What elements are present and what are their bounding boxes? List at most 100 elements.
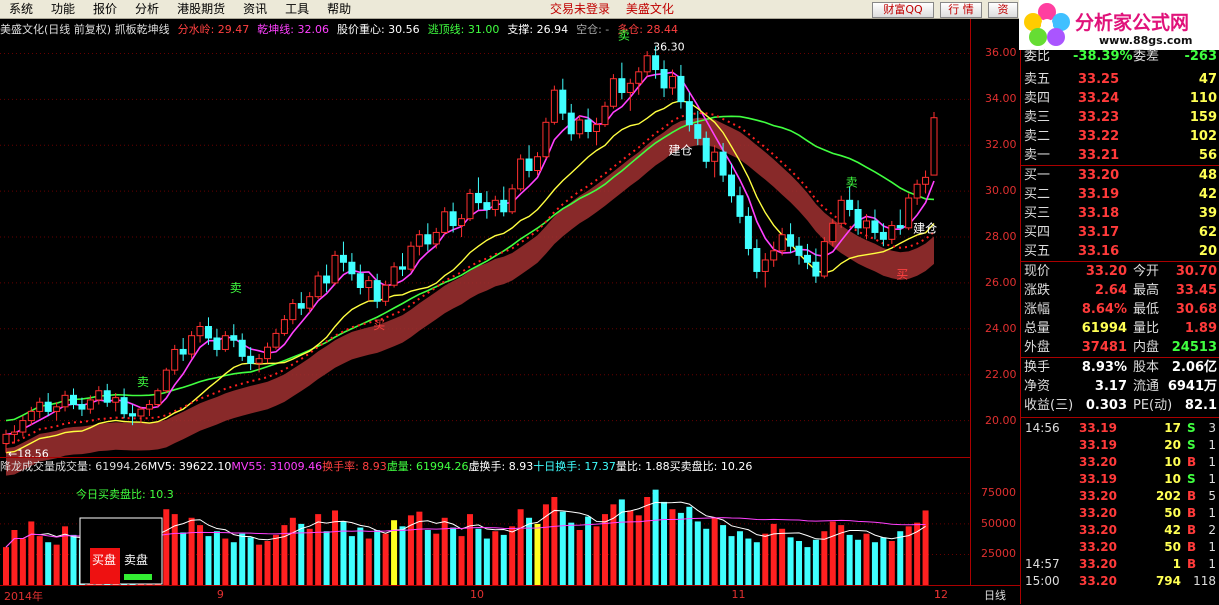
row-volume: 56 [1198, 148, 1217, 163]
candle-body [668, 75, 676, 89]
candle-body [306, 296, 314, 309]
volume-bar [239, 533, 246, 585]
candle-body [719, 151, 727, 176]
volume-bar [289, 517, 296, 585]
volume-bar [829, 521, 836, 585]
volume-bar [753, 542, 760, 585]
candle-body [78, 404, 86, 410]
candle-body [314, 275, 322, 298]
row-volume: 62 [1198, 225, 1217, 240]
candle-body [382, 284, 390, 302]
candle-body [36, 401, 44, 412]
tick-row: 33.19 10 S 1 [1079, 472, 1216, 486]
volume-bar [171, 514, 178, 585]
volume-bar [374, 530, 381, 585]
row-label: 买四 [1024, 225, 1051, 240]
candle-body [399, 266, 407, 270]
volume-bar [661, 501, 668, 585]
candle-body [685, 101, 693, 126]
info-button[interactable]: 资 [988, 2, 1018, 18]
volume-indicator-6: 虚换手: 8.93 [468, 460, 534, 473]
candle-body [162, 369, 170, 392]
volume-indicator-5: 虚量: 61994.26 [386, 460, 469, 473]
candle-body [879, 231, 887, 240]
candle-body [533, 156, 541, 171]
candle-body [846, 199, 854, 210]
candle-body [19, 420, 27, 433]
candle-body [896, 225, 904, 229]
buy-label: 买盘 [92, 552, 116, 567]
volume-bar [500, 534, 507, 585]
candle-body [415, 234, 423, 247]
bid-row: 买五 33.16 20 [1021, 242, 1219, 261]
candle-body [930, 117, 938, 176]
volume-bar [247, 537, 254, 585]
volume-bar [677, 512, 684, 585]
volume-bar [458, 536, 465, 585]
row-volume: 39 [1198, 206, 1217, 221]
row-label: 买三 [1024, 206, 1051, 221]
date-tick: 2014年 [4, 590, 43, 603]
candle-body [188, 335, 196, 355]
volume-bar [197, 525, 204, 585]
candle-body [601, 105, 609, 126]
volume-indicator-4: 换手率: 8.93 [322, 460, 387, 473]
stat-row: 涨跌 2.64 最高 33.45 [1024, 283, 1217, 298]
row-price: 33.24 [1078, 91, 1120, 106]
ask-row: 卖二 33.22 102 [1021, 127, 1219, 146]
candle-body [103, 390, 111, 403]
volume-bar [770, 523, 777, 585]
volume-bar [711, 517, 718, 585]
volume-bar [323, 531, 330, 585]
date-tick: 9 [216, 588, 224, 601]
stat-row: 收益(三) 0.303 PE(动) 82.1 [1024, 398, 1217, 413]
candle-body [795, 245, 803, 256]
candle-body [264, 346, 272, 360]
ask-row: 卖一 33.21 56 [1021, 146, 1219, 165]
price-tick: 22.00 [985, 367, 1017, 381]
volume-bar [779, 528, 786, 585]
volume-bar [180, 532, 187, 585]
candle-body [559, 89, 567, 114]
volume-bar [593, 526, 600, 585]
candle-body [112, 397, 120, 403]
candle-body [204, 326, 212, 339]
volume-bar [264, 541, 271, 585]
candle-body [643, 55, 651, 73]
volume-bar [736, 531, 743, 585]
date-axis: 2014年 9 10 11 12 1 [0, 585, 970, 604]
sell-bar [124, 574, 152, 580]
row-label: 卖三 [1024, 110, 1051, 125]
volume-bar [467, 514, 473, 585]
candle-body [483, 202, 491, 210]
candle-body [584, 119, 592, 132]
period-label[interactable]: 日线 [970, 585, 1020, 604]
quote-panel: 委比 -38.39% 委差 -263 卖五 33.25 47 卖四 33.24 110 卖三 33.2… [1020, 49, 1219, 604]
row-label: 卖一 [1024, 148, 1051, 163]
volume-bar [559, 511, 566, 585]
volume-bar [205, 536, 212, 585]
volume-bar [635, 515, 642, 585]
row-price: 33.22 [1078, 129, 1120, 144]
tick-row: 33.20 10 B 1 [1079, 455, 1216, 469]
candle-body [761, 259, 769, 272]
volume-bar [534, 523, 541, 585]
volume-bar [745, 538, 752, 585]
candle-body [86, 399, 94, 410]
stat-row: 净资 3.17 流通 6941万 [1024, 379, 1217, 394]
candle-body [803, 254, 811, 263]
candle-body [753, 248, 761, 272]
candle-body [27, 410, 35, 422]
row-volume: 42 [1198, 187, 1217, 202]
candle-body [694, 124, 702, 139]
candle-body [517, 158, 525, 190]
candle-body [778, 234, 786, 252]
candle-body [255, 358, 263, 364]
volume-bar [812, 539, 819, 585]
candle-body [744, 215, 752, 249]
kline-chart[interactable]: ←18.5636.30卖卖买卖建仓卖买建仓买盘 卖盘今日买卖盘比: 10.3 [0, 0, 970, 604]
candle-body [179, 348, 187, 355]
volume-bar [222, 538, 229, 585]
row-volume: 102 [1189, 129, 1217, 144]
volume-bar [382, 533, 389, 585]
